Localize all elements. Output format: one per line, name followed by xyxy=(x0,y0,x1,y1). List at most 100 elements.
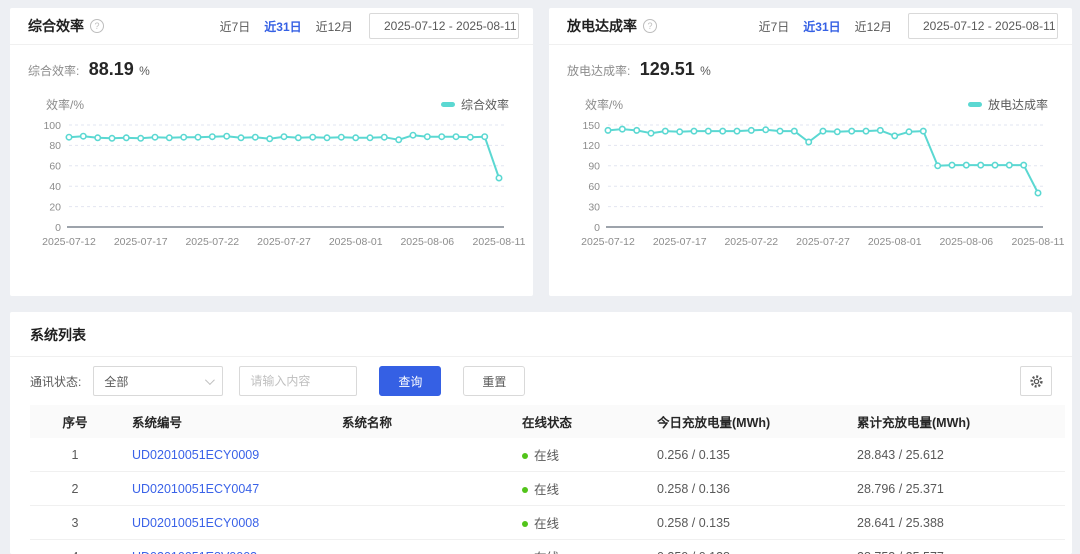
table-row: 4 UD02010051E8V0003 在线0.259 / 0.13828.753 … xyxy=(30,540,1065,554)
row-index: 1 xyxy=(30,438,120,472)
discharge-card-title: 放电达成率 xyxy=(567,16,637,36)
system-code-link[interactable]: UD02010051ECY0009 xyxy=(132,448,259,462)
chevron-down-icon xyxy=(205,375,215,385)
svg-text:80: 80 xyxy=(49,140,61,152)
online-status-dot xyxy=(522,453,528,459)
efficiency-date-range-picker[interactable]: 2025-07-12 - 2025-08-11 xyxy=(369,13,519,39)
svg-text:2025-07-12: 2025-07-12 xyxy=(42,236,96,248)
today-energy-cell: 0.258 / 0.136 xyxy=(645,472,845,506)
legend-label: 综合效率 xyxy=(461,96,509,113)
table-row: 2UD02010051ECY0047在线0.258 / 0.13628.796 … xyxy=(30,472,1065,506)
date-range-value: 2025-07-12 - 2025-08-11 xyxy=(923,19,1056,33)
svg-text:0: 0 xyxy=(594,222,600,234)
online-status-dot xyxy=(522,521,528,527)
svg-text:40: 40 xyxy=(49,181,61,193)
tab-last-12-months[interactable]: 近12月 xyxy=(316,18,353,35)
system-list-title: 系统列表 xyxy=(30,327,86,343)
today-energy-cell: 0.256 / 0.135 xyxy=(645,438,845,472)
gear-icon xyxy=(1029,374,1044,389)
svg-text:2025-08-06: 2025-08-06 xyxy=(939,236,993,248)
stat-unit: % xyxy=(139,64,150,78)
system-table-header-row: 序号系统编号系统名称在线状态今日充放电量(MWh)累计充放电量(MWh) xyxy=(30,405,1065,438)
system-code-link[interactable]: UD02010051E8V0003 xyxy=(132,550,257,554)
system-name-cell xyxy=(330,438,510,472)
online-status-cell: 在线 xyxy=(510,472,645,506)
discharge-chart-meta: 效率/% 放电达成率 xyxy=(549,84,1072,113)
total-energy-cell: 28.753 / 25.577 xyxy=(845,540,1065,554)
today-energy-cell: 0.259 / 0.138 xyxy=(645,540,845,554)
svg-text:60: 60 xyxy=(588,181,600,193)
efficiency-chart-meta: 效率/% 综合效率 xyxy=(10,84,533,113)
today-energy-cell: 0.258 / 0.135 xyxy=(645,506,845,540)
stat-unit: % xyxy=(700,64,711,78)
chart-cards-row: 综合效率 ? 近7日 近31日 近12月 2025-07-12 - 2025-0… xyxy=(10,8,1072,296)
discharge-date-range-picker[interactable]: 2025-07-12 - 2025-08-11 xyxy=(908,13,1058,39)
online-status-cell: 在线 xyxy=(510,540,645,554)
system-code-link[interactable]: UD02010051ECY0008 xyxy=(132,516,259,530)
discharge-legend-item[interactable]: 放电达成率 xyxy=(968,96,1048,113)
efficiency-legend-item[interactable]: 综合效率 xyxy=(441,96,509,113)
discharge-line-chart[interactable]: 03060901201502025-07-122025-07-172025-07… xyxy=(568,115,1053,257)
system-name-cell xyxy=(330,540,510,554)
query-button[interactable]: 查询 xyxy=(379,366,441,396)
discharge-card: 放电达成率 ? 近7日 近31日 近12月 2025-07-12 - 2025-… xyxy=(549,8,1072,296)
system-code-cell: UD02010051ECY0009 xyxy=(120,438,330,472)
svg-text:2025-07-17: 2025-07-17 xyxy=(114,236,168,248)
stat-value: 88.19 xyxy=(89,59,134,79)
stat-value: 129.51 xyxy=(640,59,695,79)
row-index: 3 xyxy=(30,506,120,540)
dashboard-page: 综合效率 ? 近7日 近31日 近12月 2025-07-12 - 2025-0… xyxy=(0,0,1080,554)
svg-text:20: 20 xyxy=(49,201,61,213)
online-status-cell: 在线 xyxy=(510,438,645,472)
filter-row: 通讯状态: 全部 查询 重置 xyxy=(10,357,1072,405)
discharge-card-header: 放电达成率 ? 近7日 近31日 近12月 2025-07-12 - 2025-… xyxy=(549,8,1072,45)
discharge-stat-line: 放电达成率: 129.51 % xyxy=(549,45,1072,84)
system-name-cell xyxy=(330,506,510,540)
column-header: 今日充放电量(MWh) xyxy=(645,405,845,438)
column-settings-button[interactable] xyxy=(1020,366,1052,396)
efficiency-card: 综合效率 ? 近7日 近31日 近12月 2025-07-12 - 2025-0… xyxy=(10,8,533,296)
comm-status-select-value: 全部 xyxy=(104,373,128,390)
svg-text:90: 90 xyxy=(588,161,600,173)
reset-button[interactable]: 重置 xyxy=(463,366,525,396)
column-header: 在线状态 xyxy=(510,405,645,438)
system-name-cell xyxy=(330,472,510,506)
svg-text:2025-07-27: 2025-07-27 xyxy=(257,236,311,248)
tab-last-7-days[interactable]: 近7日 xyxy=(759,18,790,35)
column-header: 序号 xyxy=(30,405,120,438)
tab-last-7-days[interactable]: 近7日 xyxy=(220,18,251,35)
online-status-cell: 在线 xyxy=(510,506,645,540)
help-icon[interactable]: ? xyxy=(643,19,657,33)
tab-last-31-days[interactable]: 近31日 xyxy=(803,18,840,35)
efficiency-stat-line: 综合效率: 88.19 % xyxy=(10,45,533,84)
row-index: 2 xyxy=(30,472,120,506)
svg-text:2025-08-01: 2025-08-01 xyxy=(868,236,922,248)
row-index: 4 xyxy=(30,540,120,554)
svg-text:100: 100 xyxy=(43,120,61,132)
svg-text:0: 0 xyxy=(55,222,61,234)
svg-text:30: 30 xyxy=(588,201,600,213)
total-energy-cell: 28.843 / 25.612 xyxy=(845,438,1065,472)
y-axis-unit-label: 效率/% xyxy=(585,96,623,113)
svg-text:2025-07-22: 2025-07-22 xyxy=(185,236,239,248)
comm-status-select[interactable]: 全部 xyxy=(93,366,223,396)
tab-last-12-months[interactable]: 近12月 xyxy=(855,18,892,35)
system-list-card: 系统列表 通讯状态: 全部 查询 重置 序号系统编号系统名称在线 xyxy=(10,312,1072,554)
svg-text:2025-07-27: 2025-07-27 xyxy=(796,236,850,248)
efficiency-range-tabs: 近7日 近31日 近12月 xyxy=(220,18,353,35)
efficiency-line-chart[interactable]: 0204060801002025-07-122025-07-172025-07-… xyxy=(29,115,514,257)
legend-marker xyxy=(441,102,455,107)
system-code-cell: UD02010051ECY0047 xyxy=(120,472,330,506)
stat-label: 综合效率: xyxy=(28,64,79,78)
svg-text:2025-07-22: 2025-07-22 xyxy=(724,236,778,248)
svg-text:2025-08-06: 2025-08-06 xyxy=(400,236,454,248)
system-code-link[interactable]: UD02010051ECY0047 xyxy=(132,482,259,496)
svg-text:2025-07-12: 2025-07-12 xyxy=(581,236,635,248)
tab-last-31-days[interactable]: 近31日 xyxy=(264,18,301,35)
stat-label: 放电达成率: xyxy=(567,64,630,78)
help-icon[interactable]: ? xyxy=(90,19,104,33)
system-list-title-row: 系统列表 xyxy=(10,312,1072,357)
search-input[interactable] xyxy=(239,366,357,396)
efficiency-card-header: 综合效率 ? 近7日 近31日 近12月 2025-07-12 - 2025-0… xyxy=(10,8,533,45)
efficiency-card-title: 综合效率 xyxy=(28,16,84,36)
